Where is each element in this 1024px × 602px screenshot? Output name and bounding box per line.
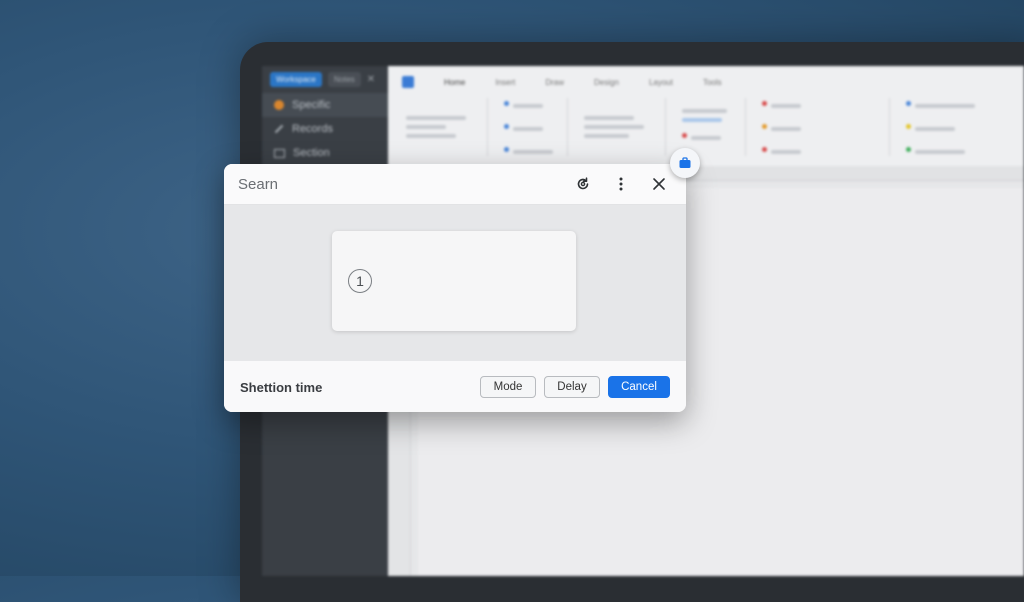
ribbon-group xyxy=(898,98,1014,156)
dialog-header: Searn xyxy=(224,164,686,205)
refresh-button[interactable] xyxy=(568,169,598,199)
dialog-footer: Shettion time Mode Delay Cancel xyxy=(224,361,686,412)
footer-label: Shettion time xyxy=(240,379,323,395)
cancel-button[interactable]: Cancel xyxy=(608,376,670,398)
folder-icon xyxy=(274,148,285,158)
ribbon-tab[interactable]: Draw xyxy=(545,78,564,87)
ribbon-groups xyxy=(388,94,1024,160)
mode-button[interactable]: Mode xyxy=(480,376,536,398)
sidebar-item-records[interactable]: Records xyxy=(262,117,388,141)
briefcase-icon xyxy=(679,157,691,168)
sidebar-pill[interactable]: Workspace xyxy=(270,72,322,87)
ribbon-group xyxy=(398,98,489,156)
ribbon-tab[interactable]: Layout xyxy=(649,78,673,87)
sidebar-item-specific[interactable]: Specific xyxy=(262,93,388,117)
sidebar-top: Workspace Notes ✕ xyxy=(262,66,388,93)
more-vert-icon xyxy=(619,177,623,191)
sidebar-item-section[interactable]: Section xyxy=(262,141,388,165)
corner-badge-button[interactable] xyxy=(670,148,700,178)
search-dialog: Searn 1 Shettion time Mode Delay Cancel xyxy=(224,164,686,412)
content-card[interactable]: 1 xyxy=(332,231,576,331)
dialog-body: 1 xyxy=(224,205,686,361)
sidebar-item-label: Section xyxy=(293,147,330,159)
close-button[interactable] xyxy=(644,169,674,199)
sidebar-item-label: Records xyxy=(292,123,333,135)
ribbon-tab[interactable]: Home xyxy=(444,78,465,87)
ribbon-tab[interactable]: Design xyxy=(594,78,619,87)
ribbon: Home Insert Draw Design Layout Tools xyxy=(388,66,1024,167)
sidebar-item-label: Specific xyxy=(292,99,331,111)
delay-button[interactable]: Delay xyxy=(544,376,600,398)
ribbon-tabs: Home Insert Draw Design Layout Tools xyxy=(388,66,1024,94)
sidebar-pill-secondary[interactable]: Notes xyxy=(327,72,361,87)
ribbon-tab[interactable]: Tools xyxy=(703,78,722,87)
dialog-title: Searn xyxy=(238,175,279,193)
pencil-icon xyxy=(274,124,284,134)
app-logo-icon xyxy=(402,76,414,88)
sidebar-close-icon[interactable]: ✕ xyxy=(367,74,375,85)
close-icon xyxy=(653,178,665,190)
more-options-button[interactable] xyxy=(606,169,636,199)
ribbon-group xyxy=(576,98,666,156)
ribbon-group xyxy=(754,98,890,156)
sun-icon xyxy=(274,100,284,110)
refresh-icon xyxy=(577,177,589,190)
ribbon-tab[interactable]: Insert xyxy=(495,78,515,87)
ribbon-group xyxy=(496,98,568,156)
step-number-badge: 1 xyxy=(348,269,372,293)
